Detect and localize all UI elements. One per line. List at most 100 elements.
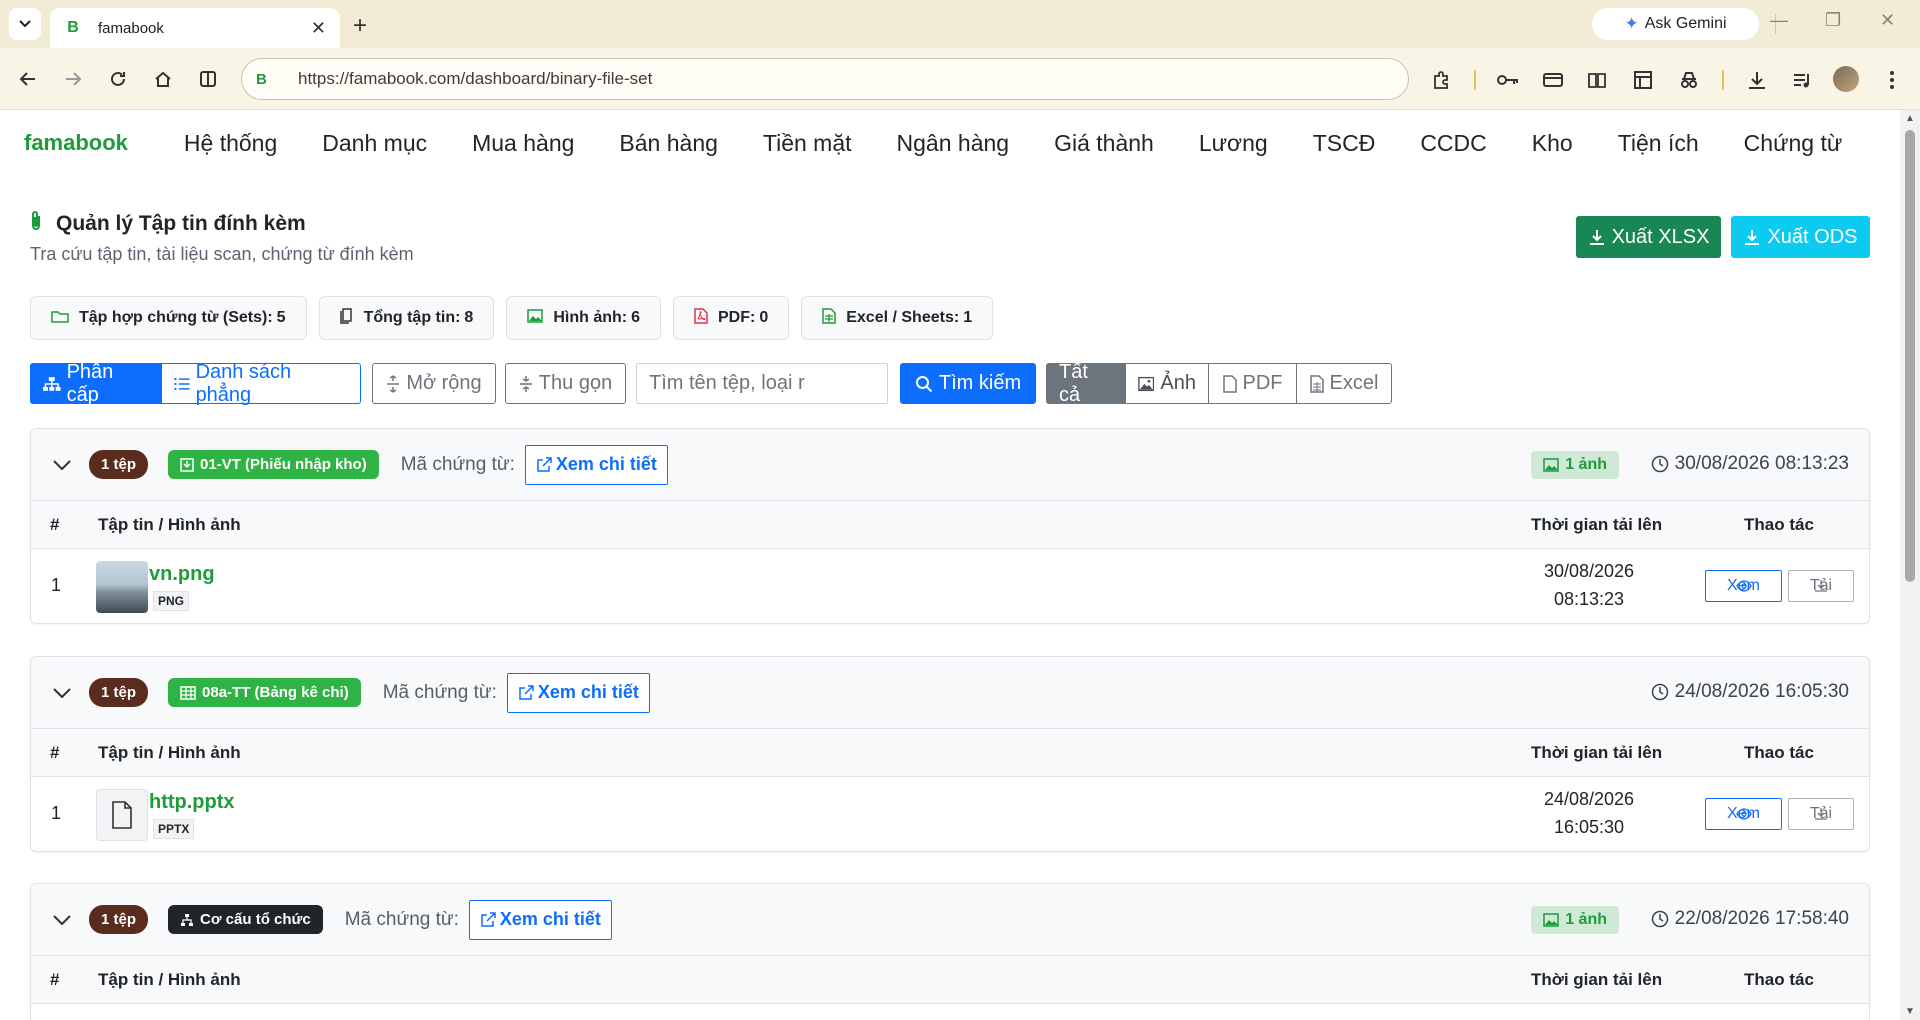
expand-all-button[interactable]: Mở rộng	[372, 363, 496, 404]
file-name-link[interactable]: vn.png	[149, 563, 215, 586]
nav-item-system[interactable]: Hệ thống	[184, 130, 277, 157]
stat-excel: Excel / Sheets: 1	[801, 296, 994, 340]
reload-icon[interactable]	[104, 65, 132, 93]
row-index: 1	[51, 575, 62, 595]
back-icon[interactable]	[14, 65, 42, 93]
nav-item-warehouse[interactable]: Kho	[1532, 130, 1573, 157]
image-thumbnail[interactable]	[96, 561, 148, 613]
hierarchy-view-button[interactable]: Phân cấp	[30, 360, 162, 406]
download-icon	[1745, 230, 1760, 245]
scrollbar-thumb[interactable]	[1905, 130, 1915, 582]
nav-item-sales[interactable]: Bán hàng	[619, 130, 717, 157]
chevron-down-icon[interactable]	[53, 682, 83, 703]
nav-item-costing[interactable]: Giá thành	[1054, 130, 1154, 157]
col-file: Tập tin / Hình ảnh	[98, 743, 241, 762]
export-ods-label: Xuất ODS	[1767, 225, 1858, 248]
brand-logo[interactable]: famabook	[24, 130, 128, 156]
view-file-label: Xem	[1727, 805, 1760, 822]
file-thumbnail[interactable]	[96, 789, 148, 841]
nav-item-bank[interactable]: Ngân hàng	[897, 130, 1010, 157]
voucher-type-label: 08a-TT (Bảng kê chi)	[202, 684, 349, 701]
stat-images-value: 6	[631, 309, 640, 326]
search-input[interactable]	[636, 363, 888, 404]
image-count-label: 1 ảnh	[1565, 456, 1607, 473]
file-name-link[interactable]: http.pptx	[149, 791, 235, 814]
nav-item-cash[interactable]: Tiền mặt	[763, 130, 852, 157]
media-icon[interactable]	[1789, 67, 1815, 93]
ask-gemini-button[interactable]: ✦ Ask Gemini	[1592, 8, 1759, 40]
collapse-all-button[interactable]: Thu gọn	[505, 363, 626, 404]
filter-image-button[interactable]: Ảnh	[1125, 363, 1209, 404]
external-link-icon	[519, 684, 534, 700]
inbox-download-icon	[180, 457, 194, 472]
nav-item-utilities[interactable]: Tiện ích	[1618, 130, 1699, 157]
flat-list-button[interactable]: Danh sách phẳng	[161, 360, 361, 406]
maximize-icon[interactable]: ❐	[1825, 10, 1841, 31]
app-nav: famabook Hệ thống Danh mục Mua hàng Bán …	[0, 110, 1900, 176]
home-icon[interactable]	[149, 65, 177, 93]
card-header[interactable]: 1 tệp 01-VT (Phiếu nhập kho) Mã chứng từ…	[31, 429, 1869, 501]
close-icon[interactable]: ✕	[311, 18, 326, 39]
hierarchy-view-label: Phân cấp	[66, 360, 114, 406]
reading-list-icon[interactable]	[1584, 67, 1610, 93]
forward-icon[interactable]	[59, 65, 87, 93]
chevron-down-icon[interactable]	[53, 454, 83, 475]
tab-search-button[interactable]	[9, 8, 41, 40]
window-close-icon[interactable]: ✕	[1880, 10, 1895, 31]
scroll-down-icon[interactable]: ▼	[1905, 1006, 1915, 1017]
browser-tab[interactable]: B famabook ✕	[50, 8, 340, 48]
col-index: #	[50, 970, 60, 989]
reading-mode-icon[interactable]	[194, 65, 222, 93]
image-icon	[527, 309, 544, 327]
nav-item-vouchers[interactable]: Chứng từ	[1744, 130, 1843, 157]
new-tab-button[interactable]: +	[353, 12, 367, 40]
nav-item-catalog[interactable]: Danh mục	[322, 130, 427, 157]
nav-item-purchase[interactable]: Mua hàng	[472, 130, 574, 157]
view-file-button[interactable]: Xem	[1705, 570, 1782, 602]
filter-all-button[interactable]: Tất cả	[1046, 360, 1126, 406]
incognito-icon[interactable]	[1676, 67, 1702, 93]
sitemap-icon	[181, 913, 194, 926]
flat-list-label: Danh sách phẳng	[195, 360, 292, 406]
profile-avatar[interactable]	[1833, 66, 1859, 92]
file-set-card: 1 tệp 01-VT (Phiếu nhập kho) Mã chứng từ…	[30, 428, 1870, 624]
card-header[interactable]: 1 tệp 08a-TT (Bảng kê chi) Mã chứng từ: …	[31, 657, 1869, 729]
stat-files-label: Tổng tập tin:	[363, 309, 461, 326]
download-file-label: Tải	[1809, 577, 1833, 594]
site-info-icon[interactable]: B	[256, 71, 276, 88]
export-ods-button[interactable]: Xuất ODS	[1731, 216, 1870, 258]
search-button[interactable]: Tìm kiếm	[900, 363, 1036, 404]
download-icon[interactable]	[1744, 67, 1770, 93]
search-button-label: Tìm kiếm	[938, 372, 1022, 394]
download-file-button[interactable]: Tải	[1788, 798, 1854, 830]
download-file-button[interactable]: Tải	[1788, 570, 1854, 602]
filter-excel-button[interactable]: Excel	[1296, 363, 1392, 404]
address-bar[interactable]: B https://famabook.com/dashboard/binary-…	[241, 58, 1409, 100]
nav-item-fixed-assets[interactable]: TSCĐ	[1313, 130, 1376, 157]
voucher-code-label: Mã chứng từ:	[400, 453, 515, 475]
card-header[interactable]: 1 tệp Cơ cấu tổ chức Mã chứng từ: Xem ch…	[31, 884, 1869, 956]
view-detail-button[interactable]: Xem chi tiết	[524, 444, 668, 485]
view-detail-button[interactable]: Xem chi tiết	[468, 899, 612, 940]
nav-item-payroll[interactable]: Lương	[1199, 130, 1268, 157]
filter-pdf-button[interactable]: PDF	[1208, 363, 1297, 404]
nav-item-tools[interactable]: CCDC	[1420, 130, 1486, 157]
key-icon[interactable]	[1495, 67, 1521, 93]
menu-icon[interactable]	[1879, 67, 1905, 93]
export-xlsx-button[interactable]: Xuất XLSX	[1576, 216, 1721, 258]
set-timestamp-text: 30/08/2026 08:13:23	[1674, 453, 1849, 474]
minimize-icon[interactable]: —	[1770, 10, 1788, 31]
filter-all-label: Tất cả	[1059, 360, 1088, 406]
scroll-up-icon[interactable]: ▲	[1905, 113, 1915, 124]
pdf-icon	[694, 308, 708, 328]
clock-icon	[1651, 910, 1668, 928]
card-icon[interactable]	[1540, 67, 1566, 93]
chevron-down-icon[interactable]	[53, 909, 83, 930]
view-file-button[interactable]: Xem	[1705, 798, 1782, 830]
search-icon	[915, 375, 933, 392]
page-scrollbar[interactable]: ▲ ▼	[1900, 110, 1920, 1020]
stat-pdf-value: 0	[759, 309, 769, 326]
table-icon[interactable]	[1630, 67, 1656, 93]
view-detail-button[interactable]: Xem chi tiết	[506, 672, 650, 713]
extensions-icon[interactable]	[1428, 67, 1454, 93]
